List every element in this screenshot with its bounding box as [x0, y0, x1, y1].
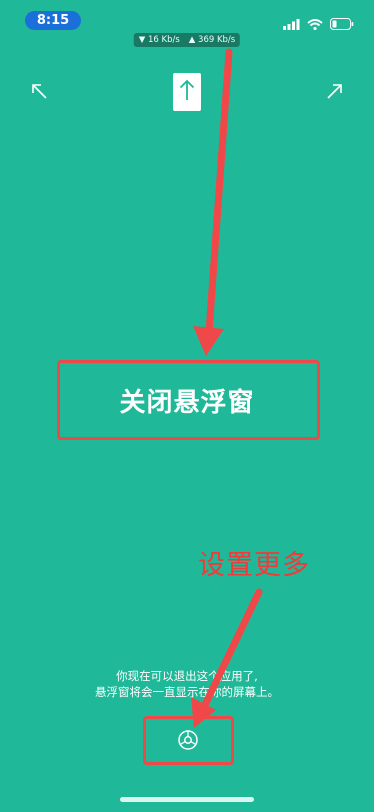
shrink-arrow-icon[interactable] — [30, 82, 48, 100]
up-arrow-icon — [179, 79, 195, 105]
annotation-more-settings: 设置更多 — [198, 550, 310, 581]
hint-line-2: 悬浮窗将会一直显示在你的屏幕上。 — [95, 685, 279, 699]
hint-text: 你现在可以退出这个应用了, 悬浮窗将会一直显示在你的屏幕上。 — [0, 668, 374, 700]
annotation-arrowhead-top — [193, 326, 224, 356]
battery-icon — [330, 15, 354, 34]
wifi-icon — [307, 15, 323, 34]
status-time: 8:15 — [25, 11, 81, 30]
status-icons — [283, 15, 354, 34]
upload-speed: ▲ 369 Kb/s — [188, 35, 236, 45]
annotation-highlight-close — [57, 360, 320, 440]
network-speed-badge: ▼ 16 Kb/s ▲ 369 Kb/s — [133, 33, 241, 47]
signal-icon — [283, 15, 300, 34]
home-indicator[interactable] — [120, 797, 254, 802]
download-speed: ▼ 16 Kb/s — [138, 35, 180, 45]
annotation-arrow-top — [205, 48, 233, 336]
annotation-highlight-settings — [143, 716, 234, 765]
hint-line-1: 你现在可以退出这个应用了, — [116, 669, 258, 683]
up-arrow-button[interactable] — [173, 73, 201, 111]
expand-arrow-icon[interactable] — [326, 82, 344, 100]
